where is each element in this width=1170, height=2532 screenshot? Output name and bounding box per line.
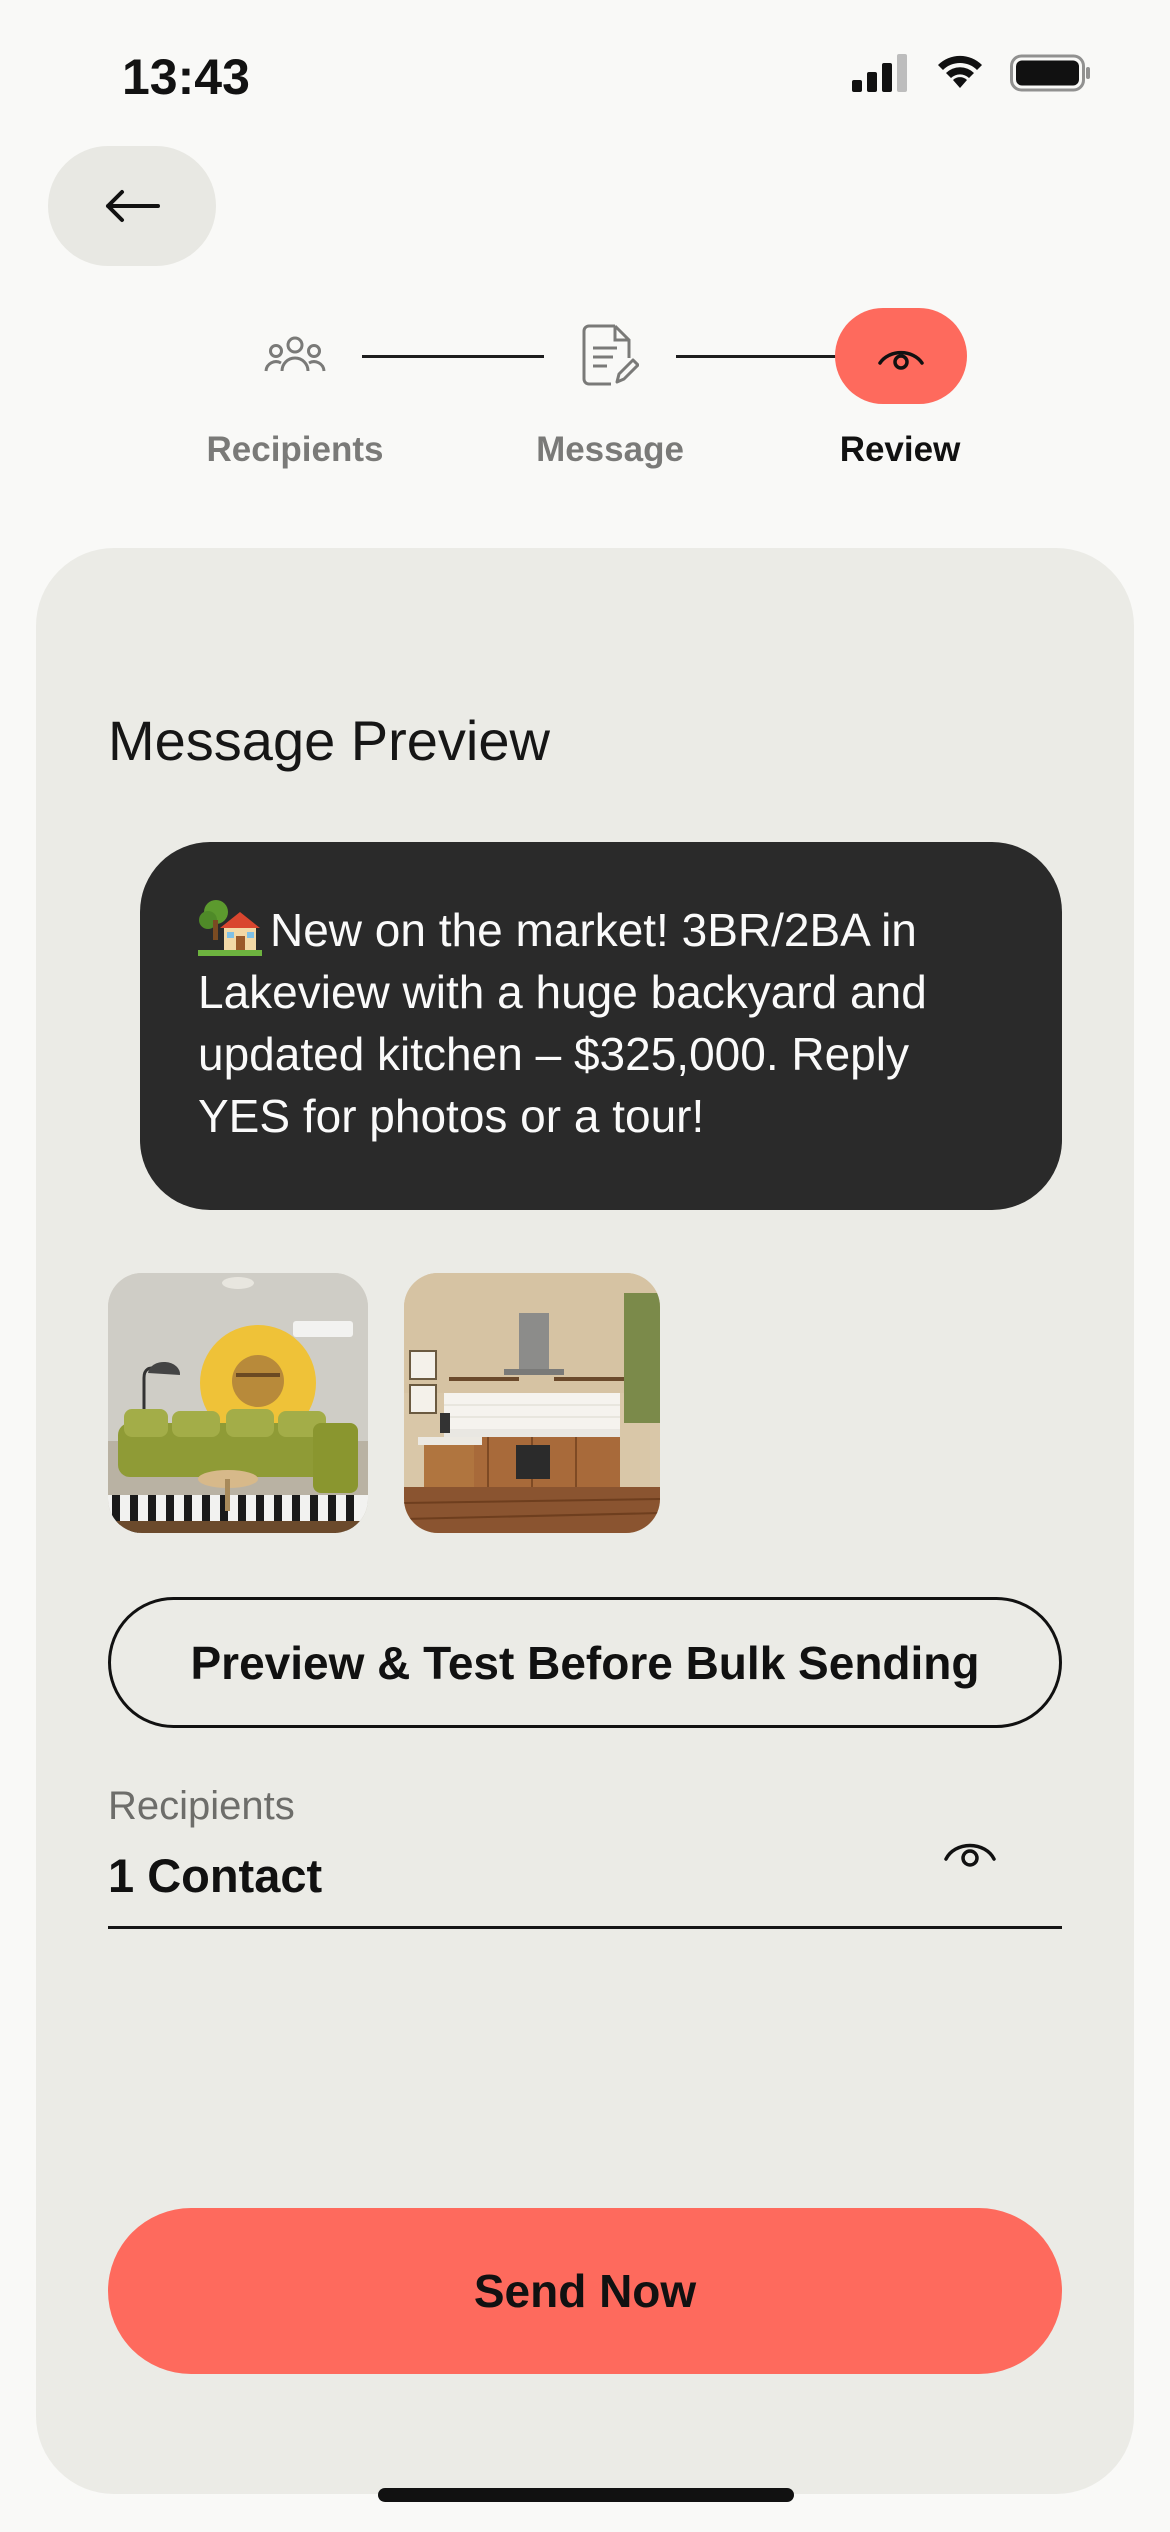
home-indicator	[378, 2488, 794, 2502]
step-connector	[676, 355, 838, 358]
step-label-review: Review	[839, 430, 961, 469]
recipients-label: Recipients	[108, 1784, 295, 1828]
battery-icon	[1010, 54, 1090, 92]
document-edit-icon	[582, 324, 639, 386]
recipients-underline	[108, 1926, 1062, 1929]
message-text: New on the market! 3BR/2BA in Lakeview w…	[198, 904, 927, 1142]
step-review[interactable]	[835, 308, 967, 404]
kitchen-photo[interactable]	[404, 1273, 660, 1533]
message-bubble: New on the market! 3BR/2BA in Lakeview w…	[140, 842, 1062, 1210]
step-message[interactable]	[570, 320, 650, 390]
back-button[interactable]	[48, 146, 216, 266]
wifi-icon	[938, 55, 982, 88]
step-label-message: Message	[536, 430, 684, 469]
step-recipients[interactable]	[250, 320, 340, 390]
arrow-left-icon	[106, 190, 160, 222]
step-connector	[362, 355, 544, 358]
recipients-value[interactable]: 1 Contact	[108, 1848, 322, 1903]
eye-icon	[878, 350, 924, 370]
preview-card: Message Preview New on the market! 3BR/2…	[36, 548, 1134, 2494]
view-recipients-button[interactable]	[942, 1831, 998, 1875]
send-now-button[interactable]: Send Now	[108, 2208, 1062, 2374]
cellular-signal-icon	[852, 54, 907, 92]
house-with-garden-icon	[198, 900, 262, 956]
status-icons	[852, 54, 1092, 92]
status-time: 13:43	[122, 49, 250, 105]
progress-stepper: Recipients Message Review	[0, 300, 1170, 500]
section-title: Message Preview	[108, 709, 550, 772]
people-icon	[264, 336, 326, 372]
preview-test-button[interactable]: Preview & Test Before Bulk Sending	[108, 1597, 1062, 1728]
review-screen: 13:43 Recipients Message Review Message …	[0, 0, 1170, 2532]
eye-icon	[944, 1843, 996, 1867]
step-label-recipients: Recipients	[206, 430, 384, 469]
living-room-photo[interactable]	[108, 1273, 368, 1533]
